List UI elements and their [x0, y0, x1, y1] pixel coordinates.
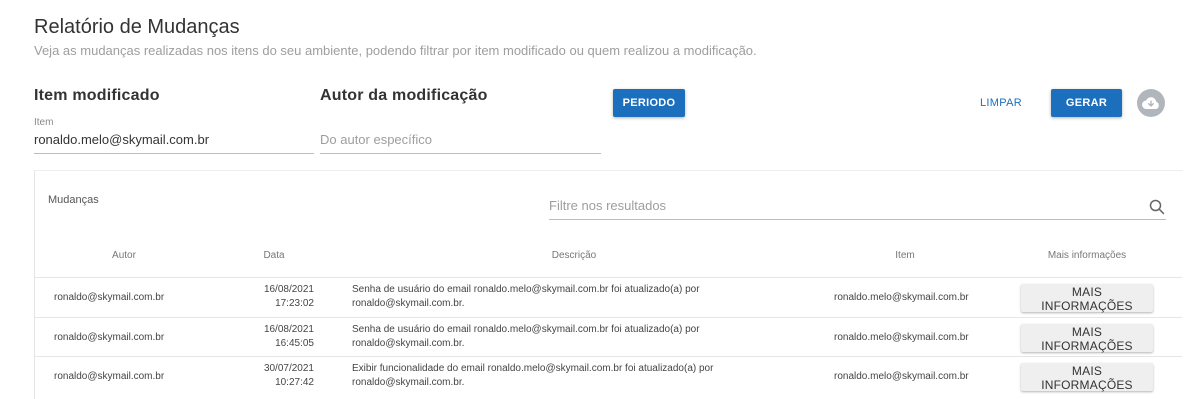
row-autor: ronaldo@skymail.com.br [54, 371, 165, 382]
column-header-mais-informacoes: Mais informações [1047, 250, 1127, 261]
row-description: Senha de usuário do email ronaldo.melo@s… [352, 324, 700, 349]
column-header-descricao: Descrição [551, 250, 597, 261]
row-date: 16/08/2021 17:23:02 [263, 284, 314, 309]
column-header-item: Item [895, 250, 915, 261]
item-section-title: Item modificado [34, 87, 160, 104]
row-date: 30/07/2021 10:27:42 [263, 363, 314, 388]
table-row: ronaldo@skymail.com.br 30/07/2021 10:27:4… [34, 356, 1182, 396]
table-row: ronaldo@skymail.com.br 16/08/2021 17:23:0… [34, 277, 1182, 317]
item-field-label: Item [34, 117, 54, 128]
row-autor: ronaldo@skymail.com.br [54, 332, 165, 343]
row-item: ronaldo.melo@skymail.com.br [834, 292, 969, 303]
table-row: ronaldo@skymail.com.br 16/08/2021 16:45:0… [34, 317, 1182, 357]
cloud-download-icon[interactable] [1137, 89, 1165, 117]
row-item: ronaldo.melo@skymail.com.br [834, 332, 969, 343]
results-title: Mudanças [48, 194, 99, 206]
period-button[interactable]: PERIODO [613, 89, 685, 117]
author-field[interactable] [320, 132, 601, 154]
clear-button[interactable]: LIMPAR [970, 89, 1032, 117]
row-autor: ronaldo@skymail.com.br [54, 292, 165, 303]
row-description: Exibir funcionalidade do email ronaldo.m… [352, 363, 714, 388]
generate-button[interactable]: GERAR [1051, 89, 1122, 117]
more-info-button[interactable]: MAIS INFORMAÇÕES [1021, 363, 1153, 392]
more-info-button[interactable]: MAIS INFORMAÇÕES [1021, 324, 1153, 353]
search-icon[interactable] [1149, 199, 1165, 220]
column-header-data: Data [263, 250, 285, 261]
page-title: Relatório de Mudanças [34, 16, 240, 38]
item-field[interactable] [34, 132, 314, 154]
results-filter-input[interactable] [549, 198, 1166, 220]
page-subtitle: Veja as mudanças realizadas nos itens do… [34, 43, 757, 58]
author-section-title: Autor da modificação [320, 87, 488, 104]
more-info-button[interactable]: MAIS INFORMAÇÕES [1021, 284, 1153, 313]
row-description: Senha de usuário do email ronaldo.melo@s… [352, 284, 700, 309]
column-header-autor: Autor [112, 250, 136, 261]
row-date: 16/08/2021 16:45:05 [263, 324, 314, 349]
row-item: ronaldo.melo@skymail.com.br [834, 371, 969, 382]
